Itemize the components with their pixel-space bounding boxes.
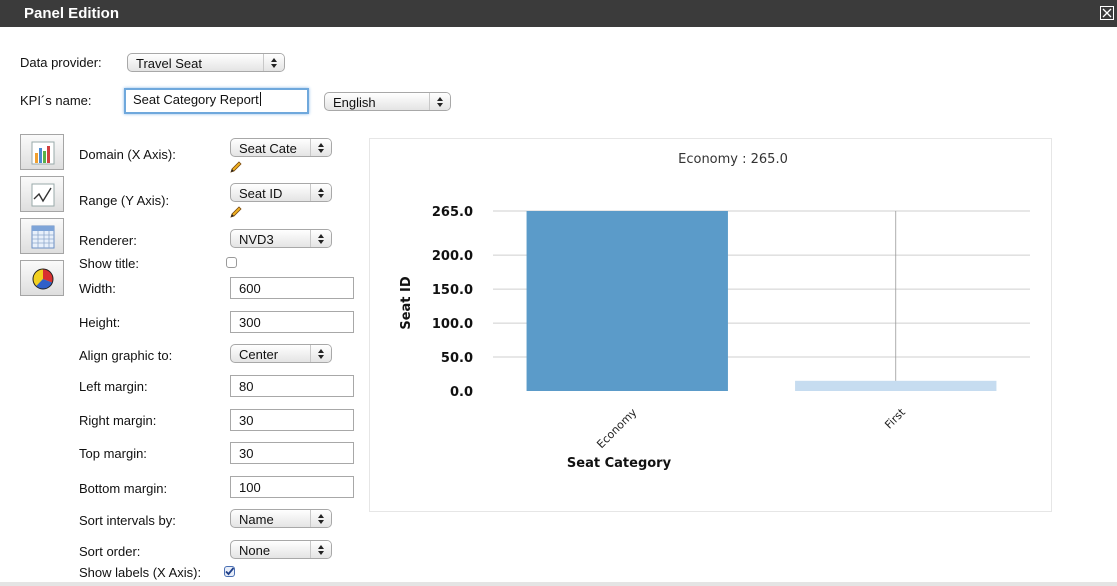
y-tick-label: 200.0: [432, 249, 473, 264]
data-provider-select[interactable]: Travel Seat: [127, 53, 285, 72]
kpi-name-label: KPI´s name:: [20, 93, 92, 108]
chevron-updown-icon: [429, 93, 450, 110]
language-value: English: [333, 95, 376, 110]
data-provider-label: Data provider:: [20, 55, 102, 70]
close-icon[interactable]: [1100, 6, 1114, 20]
right-margin-label: Right margin:: [79, 413, 157, 428]
range-select[interactable]: Seat ID: [230, 183, 332, 202]
chevron-updown-icon: [263, 54, 284, 71]
domain-select[interactable]: Seat Cate: [230, 138, 332, 157]
top-margin-value: 30: [239, 446, 254, 461]
table-icon: [31, 225, 55, 249]
pencil-icon[interactable]: [229, 160, 243, 174]
chevron-updown-icon: [310, 230, 331, 247]
y-axis-label: Seat ID: [399, 276, 414, 330]
panel-title: Panel Edition: [24, 5, 120, 22]
chevron-updown-icon: [310, 345, 331, 362]
chevron-updown-icon: [310, 184, 331, 201]
pie-chart-icon: [32, 268, 54, 290]
kpi-name-value: Seat Category Report: [133, 92, 259, 107]
x-tick-label: First: [882, 405, 908, 431]
chart-preview-panel: Economy : 265.0 265.0 200.0 150.0 100.0 50.0…: [369, 138, 1052, 512]
panel-title-bar: Panel Edition: [0, 0, 1117, 27]
bar-first[interactable]: [795, 380, 997, 391]
chevron-updown-icon: [310, 541, 331, 558]
bottom-margin-label: Bottom margin:: [79, 481, 168, 496]
bar-chart-icon: [31, 141, 55, 165]
bottom-margin-input[interactable]: 100: [230, 476, 354, 498]
show-labels-label: Show labels (X Axis):: [79, 565, 202, 580]
x-axis-label: Seat Category: [567, 456, 672, 471]
show-labels-checkbox[interactable]: [224, 566, 235, 577]
pencil-icon[interactable]: [229, 205, 243, 219]
top-margin-label: Top margin:: [79, 446, 147, 461]
left-margin-input[interactable]: 80: [230, 375, 354, 397]
y-tick-label: 100.0: [432, 317, 473, 332]
top-margin-input[interactable]: 30: [230, 442, 354, 464]
align-value: Center: [239, 347, 279, 362]
sort-by-label: Sort intervals by:: [79, 513, 176, 528]
range-label: Range (Y Axis):: [79, 193, 170, 208]
right-margin-value: 30: [239, 413, 254, 428]
height-input[interactable]: 300: [230, 311, 354, 333]
kpi-name-input[interactable]: Seat Category Report: [124, 88, 309, 114]
pie-chart-type-button[interactable]: [20, 260, 64, 296]
height-value: 300: [239, 315, 261, 330]
y-tick-label: 150.0: [432, 283, 473, 298]
data-provider-value: Travel Seat: [136, 56, 202, 71]
bottom-margin-value: 100: [239, 480, 261, 495]
y-tick-label: 0.0: [450, 385, 473, 400]
left-margin-label: Left margin:: [79, 379, 148, 394]
align-select[interactable]: Center: [230, 344, 332, 363]
width-input[interactable]: 600: [230, 277, 354, 299]
width-value: 600: [239, 281, 261, 296]
align-label: Align graphic to:: [79, 348, 173, 363]
width-label: Width:: [79, 281, 116, 296]
line-chart-type-button[interactable]: [20, 176, 64, 212]
sort-order-label: Sort order:: [79, 544, 141, 559]
table-type-button[interactable]: [20, 218, 64, 254]
chevron-updown-icon: [310, 139, 331, 156]
bottom-border: [0, 582, 1117, 586]
show-title-checkbox[interactable]: [226, 257, 237, 268]
renderer-value: NVD3: [239, 232, 274, 247]
bar-economy[interactable]: [526, 211, 728, 391]
renderer-select[interactable]: NVD3: [230, 229, 332, 248]
language-select[interactable]: English: [324, 92, 451, 111]
right-margin-input[interactable]: 30: [230, 409, 354, 431]
domain-value: Seat Cate: [239, 141, 301, 156]
sort-by-select[interactable]: Name: [230, 509, 332, 528]
bar-chart: Economy : 265.0 265.0 200.0 150.0 100.0 50.0…: [399, 152, 1030, 471]
chart-tooltip: Economy : 265.0: [678, 152, 788, 167]
line-chart-icon: [31, 183, 55, 207]
sort-order-value: None: [239, 543, 271, 558]
bar-chart-type-button[interactable]: [20, 134, 64, 170]
range-value: Seat ID: [239, 186, 283, 201]
y-tick-label: 265.0: [432, 205, 473, 220]
show-title-label: Show title:: [79, 256, 139, 271]
renderer-label: Renderer:: [79, 233, 137, 248]
sort-order-select[interactable]: None: [230, 540, 332, 559]
left-margin-value: 80: [239, 379, 254, 394]
y-tick-label: 50.0: [441, 351, 473, 366]
height-label: Height:: [79, 315, 121, 330]
domain-label: Domain (X Axis):: [79, 147, 176, 162]
sort-by-value: Name: [239, 512, 274, 527]
x-tick-label: Economy: [594, 406, 639, 451]
chevron-updown-icon: [310, 510, 331, 527]
check-icon: [225, 567, 235, 576]
